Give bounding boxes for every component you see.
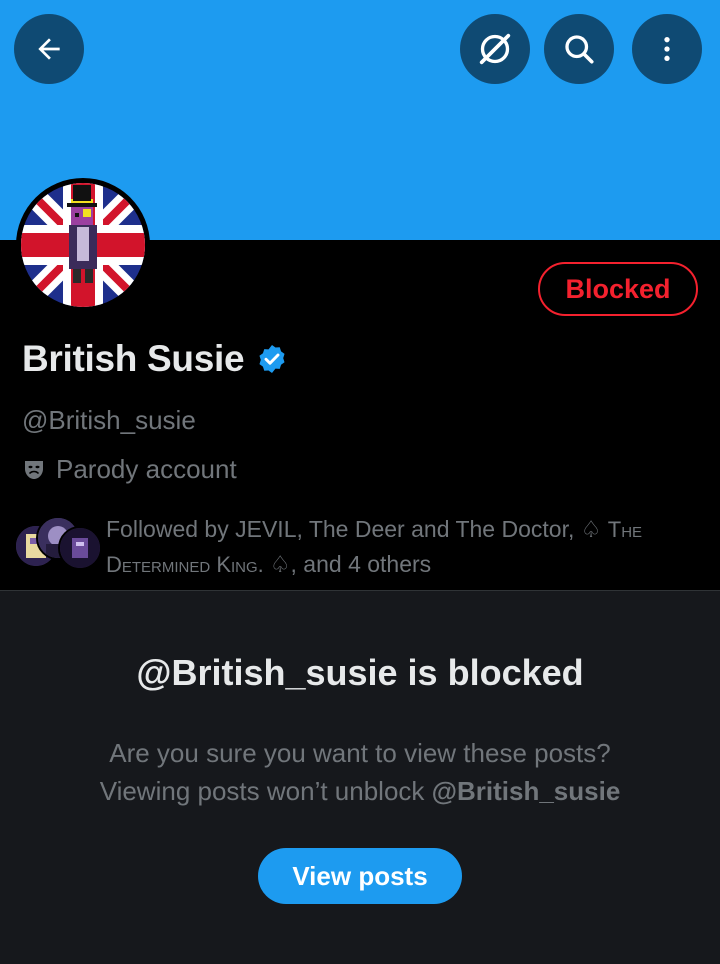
grok-icon bbox=[479, 33, 511, 65]
more-options-button[interactable] bbox=[632, 14, 702, 84]
blocked-notice-line2-prefix: Viewing posts won’t unblock bbox=[99, 776, 432, 806]
blocked-notice-line2-handle: @British_susie bbox=[431, 776, 621, 806]
grok-button[interactable] bbox=[460, 14, 530, 84]
verified-badge-icon[interactable] bbox=[256, 343, 288, 375]
followed-by-row[interactable]: Followed by JEVIL, The Deer and The Doct… bbox=[14, 508, 704, 578]
profile-handle: @British_susie bbox=[22, 405, 196, 435]
profile-avatar[interactable] bbox=[16, 178, 150, 312]
blocked-notice-title: @British_susie is blocked bbox=[136, 652, 584, 693]
blocked-button[interactable]: Blocked bbox=[538, 262, 698, 316]
parody-label-row: Parody account bbox=[22, 454, 237, 485]
display-name: British Susie bbox=[22, 338, 245, 379]
followed-by-text: Followed by JEVIL, The Deer and The Doct… bbox=[106, 512, 706, 582]
follower-avatar bbox=[58, 526, 102, 570]
blocked-notice-description: Are you sure you want to view these post… bbox=[0, 734, 720, 810]
union-jack-avatar-art bbox=[21, 183, 145, 307]
followed-by-prefix: Followed by JEVIL, The Deer and The Doct… bbox=[106, 516, 608, 542]
name-row: British Susie bbox=[22, 338, 288, 380]
avatar-image bbox=[21, 183, 145, 307]
view-posts-button[interactable]: View posts bbox=[258, 848, 462, 904]
search-button[interactable] bbox=[544, 14, 614, 84]
blocked-notice-line2: Viewing posts won’t unblock @British_sus… bbox=[0, 772, 720, 810]
followed-by-suffix: ♤, and 4 others bbox=[269, 551, 432, 577]
blocked-notice-line1: Are you sure you want to view these post… bbox=[109, 738, 611, 768]
theater-mask-icon bbox=[25, 460, 43, 479]
more-vertical-icon bbox=[664, 37, 670, 61]
search-icon bbox=[565, 35, 594, 64]
parody-label: Parody account bbox=[56, 454, 237, 484]
follower-avatars bbox=[14, 516, 102, 570]
arrow-left-icon bbox=[38, 38, 60, 60]
profile-page: Blocked British Susie @British_susie Par… bbox=[0, 0, 720, 964]
back-button[interactable] bbox=[14, 14, 84, 84]
